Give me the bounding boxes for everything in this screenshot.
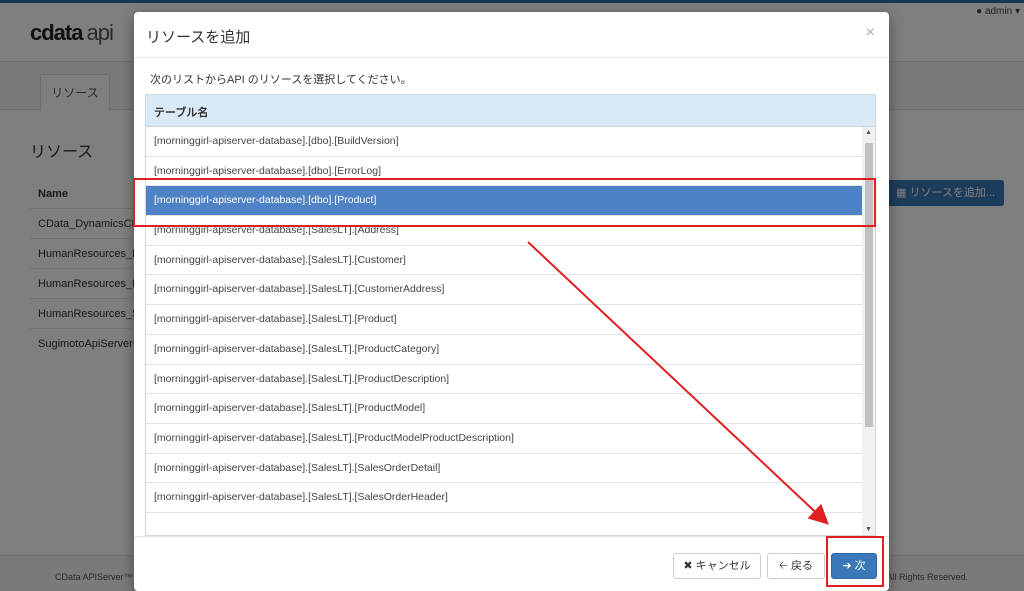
scroll-up-arrow-icon[interactable]: ▲ xyxy=(865,129,872,136)
add-resource-dialog: リソースを追加 × 次のリストからAPI のリソースを選択してください。 テーブ… xyxy=(134,12,889,591)
table-row[interactable]: [morninggirl-apiserver-database].[SalesL… xyxy=(146,275,862,306)
table-row[interactable]: [morninggirl-apiserver-database].[SalesL… xyxy=(146,424,862,454)
close-icon[interactable]: × xyxy=(866,24,875,42)
scroll-down-arrow-icon[interactable]: ▼ xyxy=(865,526,872,533)
dialog-description: 次のリストからAPI のリソースを選択してください。 xyxy=(150,74,412,86)
back-label: 戻る xyxy=(790,560,813,572)
table-name-column-header: テーブル名 xyxy=(154,107,209,119)
highlight-box-selected-row xyxy=(133,178,876,227)
table-row[interactable]: [morninggirl-apiserver-database].[SalesL… xyxy=(146,365,862,395)
arrow-left-icon: 🡠 xyxy=(779,560,788,572)
times-icon: ✖ xyxy=(683,560,693,572)
back-button[interactable]: 🡠 戻る xyxy=(767,553,825,579)
table-row[interactable]: [morninggirl-apiserver-database].[dbo].[… xyxy=(146,127,862,157)
dialog-footer: ✖ キャンセル 🡠 戻る ➔ 次 xyxy=(134,536,889,591)
table-row[interactable]: [morninggirl-apiserver-database].[SalesL… xyxy=(146,483,862,513)
dialog-title: リソースを追加 xyxy=(146,29,251,46)
table-row[interactable]: [morninggirl-apiserver-database].[SalesL… xyxy=(146,246,862,276)
table-row[interactable]: [morninggirl-apiserver-database].[SalesL… xyxy=(146,335,862,365)
table-list: テーブル名 [morninggirl-apiserver-database].[… xyxy=(145,94,876,536)
table-row[interactable]: [morninggirl-apiserver-database].[SalesL… xyxy=(146,394,862,424)
cancel-label: キャンセル xyxy=(695,560,751,572)
table-header: テーブル名 xyxy=(146,95,875,127)
cancel-button[interactable]: ✖ キャンセル xyxy=(673,553,761,579)
table-row[interactable]: [morninggirl-apiserver-database].[SalesL… xyxy=(146,305,862,335)
dialog-header: リソースを追加 × xyxy=(134,12,889,58)
table-row[interactable]: [morninggirl-apiserver-database].[SalesL… xyxy=(146,454,862,484)
highlight-box-next-button xyxy=(826,536,884,587)
